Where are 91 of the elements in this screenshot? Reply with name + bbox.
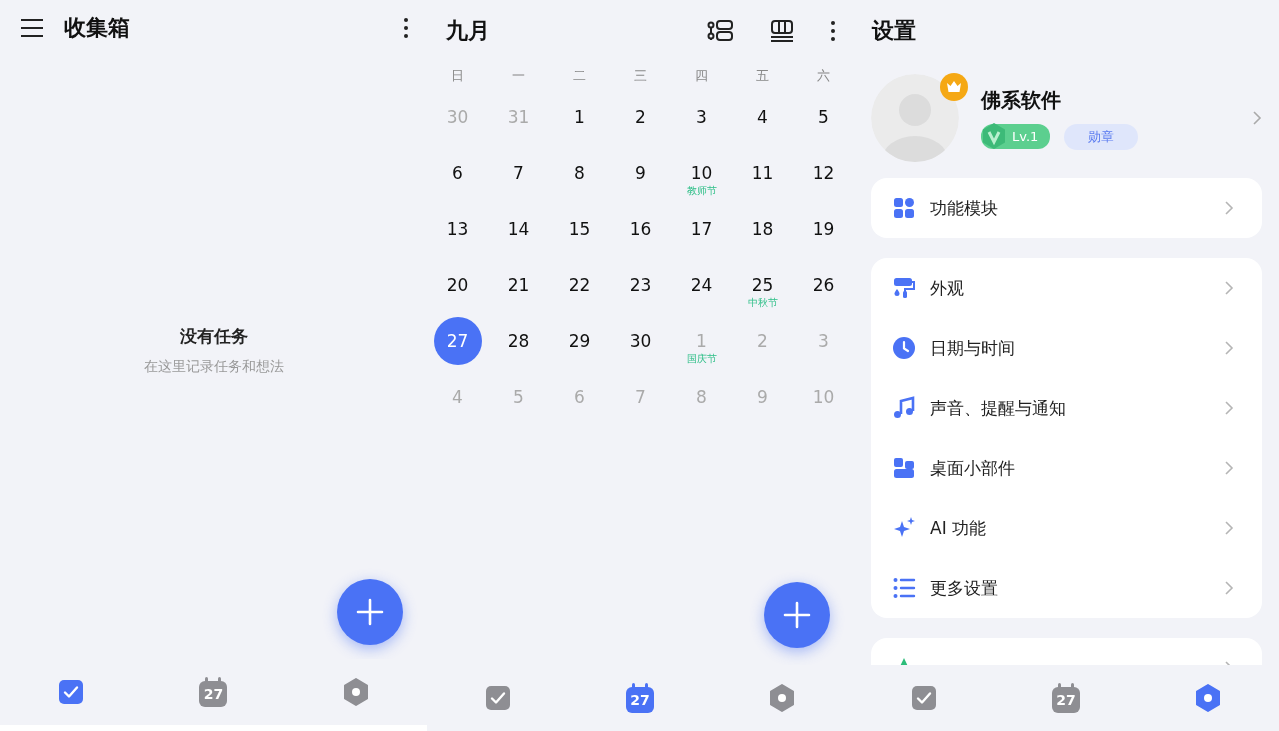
day-cell[interactable]: 8 [559,159,600,187]
empty-hint: 在这里记录任务和想法 [143,358,284,376]
day-cell[interactable]: 14 [498,215,539,243]
grid-icon [892,196,916,220]
day-cell[interactable]: 16 [620,215,661,243]
empty-title: 没有任务 [179,325,248,348]
day-cell[interactable]: 18 [742,215,783,243]
day-cell[interactable]: 9 [620,159,661,187]
chevron-icon [1224,520,1234,536]
day-cell[interactable]: 29 [559,327,600,355]
day-cell[interactable]: 15 [559,215,600,243]
checkbox-icon [485,685,511,711]
day-cell[interactable]: 3 [681,103,722,131]
add-button[interactable] [337,579,403,645]
checkbox-icon [911,685,937,711]
page-title: 设置 [872,17,916,45]
settings-row[interactable]: 日期与时间 [871,318,1262,378]
menu-icon[interactable] [20,18,44,38]
hexagon-icon [769,684,795,712]
weekday-label: 六 [816,66,831,85]
weekday-label: 三 [633,66,648,85]
settings-row[interactable]: 桌面小部件 [871,438,1262,498]
list-icon [892,576,916,600]
tasks-tab[interactable] [911,685,937,711]
chevron-icon [1224,200,1234,216]
tasks-tab[interactable] [485,685,511,711]
day-cell[interactable]: 21 [498,271,539,299]
day-cell[interactable]: 23 [620,271,661,299]
settings-row[interactable]: 功能模块 [871,178,1262,238]
widgets-icon [892,456,916,480]
settings-row[interactable]: 声音、提醒与通知 [871,378,1262,438]
day-cell[interactable]: 2 [620,103,661,131]
hexagon-icon [342,678,369,706]
music-note-icon [892,396,916,420]
day-cell[interactable]: 6 [437,159,478,187]
day-cell[interactable]: 30 [620,327,661,355]
agenda-view-icon[interactable] [770,19,794,43]
day-cell[interactable]: 24 [681,271,722,299]
level-text: Lv.1 [1012,128,1039,144]
plus-icon [783,601,811,629]
settings-row[interactable]: AI 功能 [871,498,1262,558]
chevron-icon [1224,460,1234,476]
weekday-label: 四 [694,66,709,85]
more-icon[interactable] [403,17,409,39]
day-cell[interactable]: 17 [681,215,722,243]
day-cell[interactable]: 19 [803,215,844,243]
day-cell[interactable]: 13 [437,215,478,243]
shield-icon [981,122,1007,150]
day-cell[interactable]: 10 [681,159,722,187]
settings-row[interactable]: 外观 [871,258,1262,318]
add-button[interactable] [764,582,830,648]
holiday-label: 国庆节 [686,353,717,364]
day-cell[interactable]: 28 [498,327,539,355]
day-cell[interactable]: 26 [803,271,844,299]
day-cell[interactable]: 5 [803,103,844,131]
day-cell[interactable]: 12 [803,159,844,187]
tasks-tab[interactable] [58,679,85,705]
paint-roller-icon [892,276,916,300]
more-icon[interactable] [830,20,836,42]
weekday-label: 二 [572,66,587,85]
day-cell[interactable]: 7 [498,159,539,187]
hexagon-icon [1195,684,1221,712]
day-cell[interactable]: 22 [559,271,600,299]
month-title: 九月 [446,17,491,45]
day-cell[interactable]: 11 [742,159,783,187]
plus-icon [356,598,384,626]
day-cell[interactable]: 27 [433,317,482,365]
settings-tab[interactable] [342,678,369,706]
chevron-icon [1224,580,1234,596]
settings-tab[interactable] [1195,684,1221,712]
chevron-icon [1224,340,1234,356]
checkbox-icon [58,679,85,705]
settings-row[interactable]: 更多设置 [871,558,1262,618]
crown-icon [939,72,969,102]
timeline-view-icon[interactable] [706,19,734,43]
day-cell[interactable]: 4 [742,103,783,131]
settings-tab[interactable] [769,684,795,712]
day-cell[interactable]: 20 [437,271,478,299]
weekday-label: 一 [511,66,526,85]
day-cell[interactable]: 25 [742,271,783,299]
weekday-label: 日 [450,66,465,85]
page-title: 收集箱 [64,14,131,42]
calendar-tab[interactable]: 27 [626,686,654,713]
user-name: 佛系软件 [981,86,1062,114]
chevron-icon [1224,280,1234,296]
clock-icon [892,336,916,360]
holiday-label: 中秋节 [747,297,778,308]
chevron-icon [1224,400,1234,416]
day-cell[interactable]: 1 [559,103,600,131]
weekday-label: 五 [755,66,770,85]
holiday-label: 教师节 [686,185,717,196]
